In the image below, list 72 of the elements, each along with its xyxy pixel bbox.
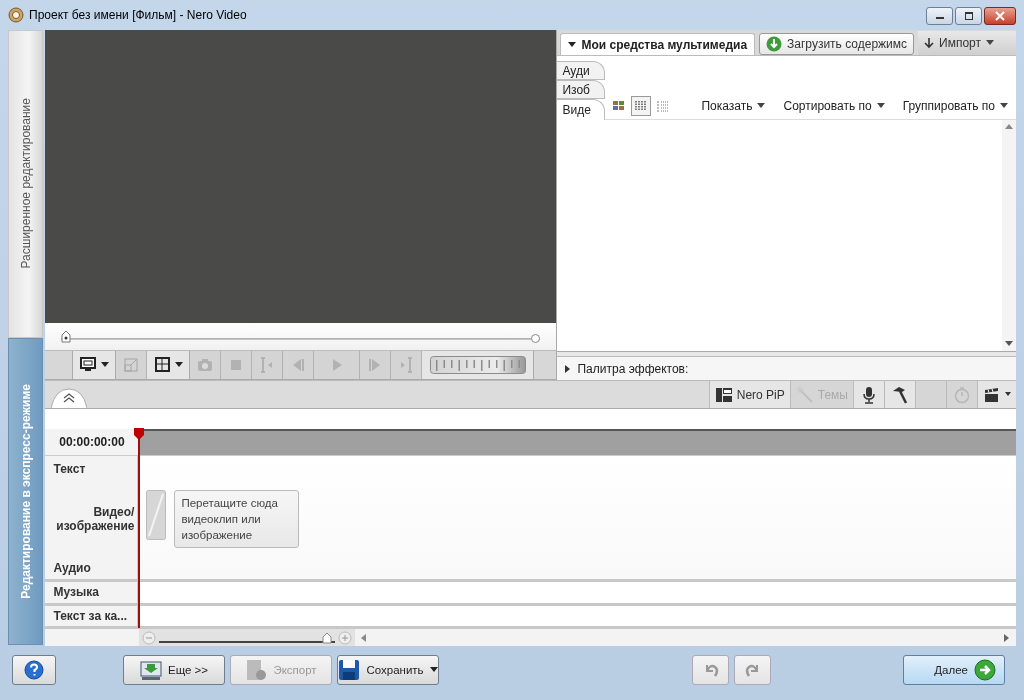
- caret-icon: [986, 40, 994, 46]
- close-button[interactable]: [984, 7, 1016, 25]
- toolbar-button[interactable]: [884, 381, 915, 408]
- scroll-down-icon: [1005, 341, 1013, 347]
- track-label: Музыка: [45, 582, 139, 603]
- load-content-button[interactable]: Загрузить содержимс: [759, 33, 915, 55]
- help-button[interactable]: [12, 654, 56, 685]
- microphone-icon: [860, 385, 878, 404]
- help-icon: [24, 659, 44, 680]
- collapse-tab-icon[interactable]: [51, 388, 88, 408]
- download-icon: [766, 36, 783, 52]
- caret-icon: [1005, 392, 1011, 397]
- monitor-arrow-icon: [140, 658, 162, 681]
- scroll-up-icon: [1005, 124, 1013, 130]
- media-tab[interactable]: Виде: [557, 99, 606, 120]
- caret-icon: [175, 362, 184, 368]
- effects-palette-header[interactable]: Палитра эффектов:: [557, 356, 1016, 380]
- resize-icon: [122, 356, 141, 374]
- toolbar-button[interactable]: [853, 381, 884, 408]
- toolbar-button[interactable]: Nero PiP: [708, 381, 790, 408]
- caret-icon: [429, 666, 438, 673]
- clapperboard-icon: [983, 385, 1001, 404]
- app-icon: [8, 7, 24, 23]
- hammer-icon: [891, 385, 909, 404]
- next-button[interactable]: Далее: [903, 654, 1005, 685]
- save-button[interactable]: Сохранить: [337, 654, 439, 685]
- timecode: 00:00:00:00: [45, 428, 139, 456]
- track-label: Видео/ изображение: [55, 504, 135, 533]
- caret-icon: [757, 103, 766, 109]
- slider-thumb[interactable]: [61, 329, 72, 343]
- arrow-down-icon: [924, 37, 935, 49]
- menu-button[interactable]: Показать: [693, 99, 774, 113]
- track-label: Текст: [53, 462, 87, 477]
- camera-icon: [196, 356, 215, 374]
- minimize-button[interactable]: [926, 7, 953, 25]
- expand-arrow-icon: [565, 364, 572, 373]
- caret-icon: [101, 362, 110, 368]
- sidebar-tab[interactable]: Расширенное редактирование: [8, 30, 44, 338]
- caret-icon: [876, 103, 885, 109]
- media-tab[interactable]: Ауди: [557, 61, 606, 80]
- frame-icon: [153, 356, 172, 374]
- toolbar-button[interactable]: [147, 351, 191, 379]
- close-icon: [994, 11, 1006, 21]
- grid-view-icon[interactable]: [631, 96, 652, 116]
- media-tab[interactable]: Изоб: [557, 80, 606, 99]
- toolbar-button[interactable]: [72, 351, 117, 379]
- caret-icon: [568, 41, 577, 48]
- menu-button[interactable]: Сортировать по: [775, 99, 893, 113]
- import-button[interactable]: Импорт: [918, 31, 1016, 55]
- film-icon: [245, 658, 268, 681]
- scroll-right-icon: [1004, 633, 1010, 642]
- maximize-button[interactable]: [955, 7, 982, 25]
- maximize-icon: [963, 12, 974, 20]
- slider-thumb[interactable]: [321, 631, 332, 644]
- slider-end-mark: [531, 333, 541, 343]
- clip-placeholder-icon: [146, 490, 167, 541]
- track-label: Текст за ка...: [45, 605, 139, 627]
- scrollbar[interactable]: [1002, 120, 1016, 351]
- zoom-slider[interactable]: [159, 630, 336, 645]
- pip-icon: [714, 385, 733, 404]
- toolbar-button[interactable]: [977, 381, 1016, 408]
- footer-button[interactable]: Еще >>: [123, 654, 225, 685]
- caret-icon: [1000, 103, 1008, 109]
- monitor-icon: [79, 356, 98, 374]
- drop-hint: Перетащите сюда видеоклип или изображение: [174, 490, 300, 549]
- scroll-left-icon: [361, 633, 368, 642]
- menu-button[interactable]: Группировать по: [894, 99, 1016, 113]
- playhead[interactable]: [134, 428, 145, 628]
- track-label: Аудио: [53, 561, 92, 575]
- stopwatch-icon: [953, 385, 971, 404]
- media-panel-tab[interactable]: Мои средства мультимедиа: [560, 33, 756, 55]
- window-title: Проект без имени [Фильм] - Nero Video: [29, 8, 247, 22]
